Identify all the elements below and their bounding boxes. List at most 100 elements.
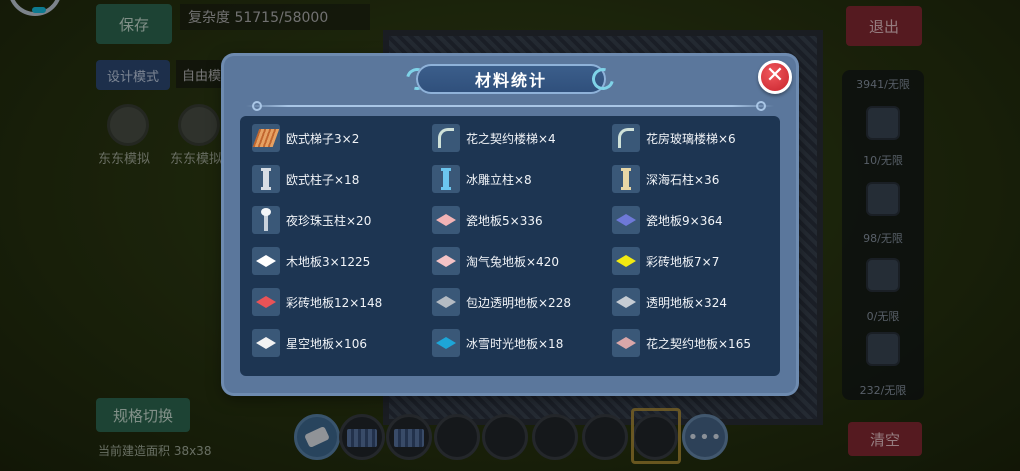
tile-icon-shape bbox=[616, 337, 636, 349]
block-count-panel: 3941/无限 10/无限 98/无限 0/无限 232/无限 bbox=[842, 70, 924, 400]
material-label: 冰雪时光地板×18 bbox=[466, 336, 564, 351]
material-item: 冰雕立柱×8 bbox=[432, 162, 532, 196]
tile-icon-shape bbox=[436, 214, 456, 226]
tile-icon-shape bbox=[256, 296, 276, 308]
tile-icon-shape bbox=[436, 337, 456, 349]
material-item: 彩砖地板12×148 bbox=[252, 285, 382, 319]
pillar-icon-shape bbox=[441, 168, 451, 190]
hotbar-slot-4[interactable] bbox=[482, 414, 528, 460]
ladder-icon bbox=[252, 124, 280, 152]
hotbar-slot-1[interactable] bbox=[339, 414, 385, 460]
spec-switch-button[interactable]: 规格切换 bbox=[96, 398, 190, 432]
pillar-icon-shape bbox=[621, 168, 631, 190]
material-label: 瓷地板9×364 bbox=[646, 213, 723, 228]
hotbar-slot-2[interactable] bbox=[386, 414, 432, 460]
material-item: 花房玻璃楼梯×6 bbox=[612, 121, 736, 155]
pillar-icon bbox=[432, 165, 460, 193]
exit-button[interactable]: 退出 bbox=[846, 6, 922, 46]
hotbar-slot-3[interactable] bbox=[434, 414, 480, 460]
material-label: 彩砖地板7×7 bbox=[646, 254, 720, 269]
material-item: 花之契约楼梯×4 bbox=[432, 121, 556, 155]
material-label: 包边透明地板×228 bbox=[466, 295, 571, 310]
hotbar-slot-6[interactable] bbox=[582, 414, 628, 460]
tile-icon bbox=[432, 247, 460, 275]
material-item: 冰雪时光地板×18 bbox=[432, 326, 563, 360]
material-label: 星空地板×106 bbox=[286, 336, 367, 351]
tile-icon bbox=[612, 247, 640, 275]
material-item: 花之契约地板×165 bbox=[612, 326, 751, 360]
tile-icon bbox=[432, 288, 460, 316]
pillar-icon bbox=[612, 165, 640, 193]
block-count-4: 0/无限 bbox=[866, 310, 900, 323]
material-label: 花之契约地板×165 bbox=[646, 336, 751, 351]
tile-icon-shape bbox=[256, 255, 276, 267]
material-item: 彩砖地板7×7 bbox=[612, 244, 719, 278]
material-item: 深海石柱×36 bbox=[612, 162, 719, 196]
material-label: 欧式柱子×18 bbox=[286, 172, 360, 187]
material-label: 瓷地板5×336 bbox=[466, 213, 543, 228]
tile-icon bbox=[432, 329, 460, 357]
pillar-icon-shape bbox=[261, 168, 271, 190]
material-label: 花之契约楼梯×4 bbox=[466, 131, 556, 146]
design-mode-button[interactable]: 设计模式 bbox=[96, 60, 170, 90]
block-slot-2[interactable] bbox=[866, 182, 900, 216]
block-count-2: 10/无限 bbox=[863, 154, 903, 167]
dialog-title: 材料统计 bbox=[416, 64, 606, 94]
tile-icon-shape bbox=[616, 296, 636, 308]
more-button[interactable]: ••• bbox=[682, 414, 728, 460]
material-item: 欧式柱子×18 bbox=[252, 162, 359, 196]
material-item: 透明地板×324 bbox=[612, 285, 727, 319]
round-button-right[interactable] bbox=[178, 104, 220, 146]
block-slot-1[interactable] bbox=[866, 106, 900, 140]
material-item: 木地板3×1225 bbox=[252, 244, 370, 278]
build-area-info: 当前建造面积 38x38 bbox=[98, 444, 212, 458]
status-indicator bbox=[32, 7, 46, 13]
block-count-1: 3941/无限 bbox=[856, 78, 910, 91]
stair-icon-shape bbox=[618, 128, 634, 148]
material-label: 木地板3×1225 bbox=[286, 254, 371, 269]
eraser-icon bbox=[304, 426, 330, 448]
tile-icon bbox=[252, 288, 280, 316]
round-button-left[interactable] bbox=[107, 104, 149, 146]
divider-ornament-icon bbox=[756, 101, 766, 111]
material-label: 彩砖地板12×148 bbox=[286, 295, 383, 310]
tile-icon-shape bbox=[436, 296, 456, 308]
material-label: 深海石柱×36 bbox=[646, 172, 720, 187]
tile-icon bbox=[252, 329, 280, 357]
material-item: 淘气兔地板×420 bbox=[432, 244, 559, 278]
block-slot-4[interactable] bbox=[866, 332, 900, 366]
divider bbox=[246, 105, 774, 107]
divider-ornament-icon bbox=[252, 101, 262, 111]
selected-slot-bracket bbox=[631, 408, 681, 464]
block-slot-3[interactable] bbox=[866, 258, 900, 292]
material-label: 夜珍珠玉柱×20 bbox=[286, 213, 372, 228]
stair-icon bbox=[612, 124, 640, 152]
clear-button[interactable]: 清空 bbox=[848, 422, 922, 456]
material-item: 瓷地板5×336 bbox=[432, 203, 543, 237]
tile-icon bbox=[612, 329, 640, 357]
material-label: 花房玻璃楼梯×6 bbox=[646, 131, 736, 146]
dialog-header: 材料统计 ✕ bbox=[224, 56, 796, 104]
pillar-icon bbox=[252, 165, 280, 193]
material-item: 包边透明地板×228 bbox=[432, 285, 571, 319]
pole-icon-shape bbox=[261, 208, 271, 231]
pole-icon bbox=[252, 206, 280, 234]
tile-icon bbox=[612, 206, 640, 234]
tile-icon-shape bbox=[436, 255, 456, 267]
close-button[interactable]: ✕ bbox=[758, 60, 792, 94]
material-label: 透明地板×324 bbox=[646, 295, 727, 310]
roof-block-icon bbox=[394, 429, 424, 447]
material-label: 淘气兔地板×420 bbox=[466, 254, 559, 269]
complexity-counter: 复杂度 51715/58000 bbox=[180, 4, 370, 30]
material-item: 星空地板×106 bbox=[252, 326, 367, 360]
materials-dialog: 材料统计 ✕ 欧式梯子3×2 花之契约楼梯×4 花房玻璃楼梯×6 欧式柱子×18 冰雕立… bbox=[224, 56, 796, 393]
material-item: 瓷地板9×364 bbox=[612, 203, 723, 237]
tile-icon bbox=[612, 288, 640, 316]
save-button[interactable]: 保存 bbox=[96, 4, 172, 44]
roof-block-icon bbox=[347, 429, 377, 447]
hotbar-slot-5[interactable] bbox=[532, 414, 578, 460]
round-button-left-label: 东东模拟 bbox=[98, 152, 151, 167]
material-label: 冰雕立柱×8 bbox=[466, 172, 532, 187]
material-item: 欧式梯子3×2 bbox=[252, 121, 359, 155]
eraser-tool[interactable] bbox=[294, 414, 340, 460]
